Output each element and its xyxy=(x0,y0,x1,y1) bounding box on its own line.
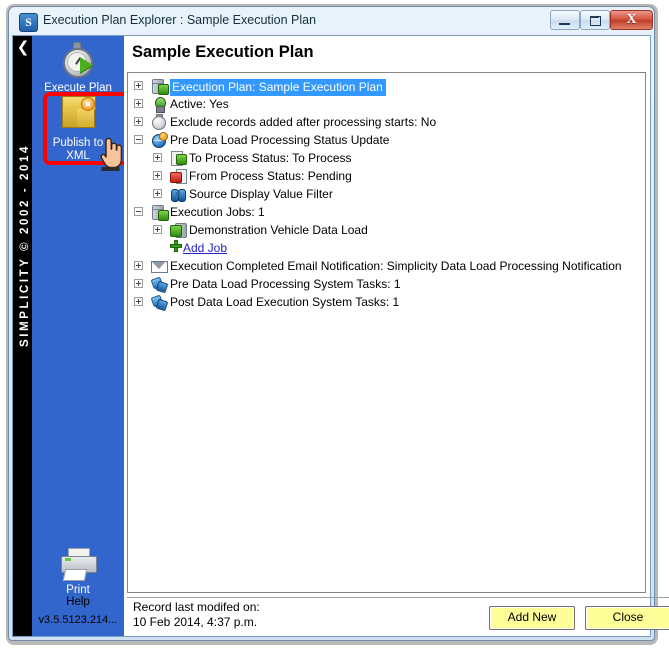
desktop-background: S Execution Plan Explorer : Sample Execu… xyxy=(0,0,669,655)
expand-node-icon[interactable] xyxy=(153,153,162,162)
tree-node[interactable]: Pre Data Load Processing System Tasks: 1 xyxy=(128,275,645,294)
title-bar[interactable]: S Execution Plan Explorer : Sample Execu… xyxy=(9,7,654,35)
tree-node[interactable]: Post Data Load Execution System Tasks: 1 xyxy=(128,293,645,312)
close-icon: X xyxy=(626,12,637,27)
tree-node-label: Active: Yes xyxy=(170,97,229,111)
add-job-link[interactable]: Add Job xyxy=(183,241,227,255)
tree-node[interactable]: Active: Yes xyxy=(128,95,645,113)
maximize-button[interactable] xyxy=(580,10,610,30)
stopwatch-play-icon xyxy=(58,40,98,80)
help-link[interactable]: Help xyxy=(32,596,124,608)
expand-node-icon[interactable] xyxy=(134,297,143,306)
execution-plan-icon xyxy=(151,78,169,95)
tree-node-label: Execution Completed Email Notification: … xyxy=(170,259,622,273)
to-process-status-icon xyxy=(170,150,187,166)
expand-node-icon[interactable] xyxy=(134,279,143,288)
sidebar-item-execute-plan[interactable]: Execute Plan xyxy=(32,40,124,95)
binoculars-icon xyxy=(170,186,186,202)
tree-node[interactable]: To Process Status: To Process xyxy=(128,149,645,167)
puzzle-icon xyxy=(150,294,169,312)
tree-node-label: Source Display Value Filter xyxy=(189,187,333,201)
data-load-job-icon xyxy=(170,222,187,238)
tree-node[interactable]: Demonstration Vehicle Data Load xyxy=(128,221,645,239)
version-label: v3.5.5123.214... xyxy=(38,614,118,626)
puzzle-icon xyxy=(150,276,169,294)
maximize-icon xyxy=(589,15,601,26)
execution-jobs-icon xyxy=(151,204,169,221)
status-bar: Record last modifed on: 10 Feb 2014, 4:3… xyxy=(127,597,669,634)
status-update-icon xyxy=(151,132,168,148)
yellow-package-icon xyxy=(57,96,99,134)
printer-icon xyxy=(58,548,98,582)
clock-icon xyxy=(151,114,167,130)
expand-node-icon[interactable] xyxy=(134,81,143,90)
expand-node-icon[interactable] xyxy=(134,99,143,108)
expand-node-icon[interactable] xyxy=(153,171,162,180)
tree-node-label: To Process Status: To Process xyxy=(189,151,352,165)
add-new-button[interactable]: Add New xyxy=(489,606,575,630)
brand-label: SIMPLICITY © 2002 - 2014 xyxy=(19,144,31,347)
minimize-button[interactable] xyxy=(550,10,580,30)
tree-node-label: Execution Plan: Sample Execution Plan xyxy=(170,79,386,96)
tree-node-label: Pre Data Load Processing System Tasks: 1 xyxy=(170,277,401,291)
tree-node[interactable]: Execution Jobs: 1 xyxy=(128,203,645,221)
sidebar: Execute Plan Publish to XML Print Help v… xyxy=(32,36,135,636)
tree-node[interactable]: Execution Completed Email Notification: … xyxy=(128,257,645,275)
tree-node-label: From Process Status: Pending xyxy=(189,169,352,183)
window-title: Execution Plan Explorer : Sample Executi… xyxy=(43,13,317,27)
tree-node[interactable]: Pre Data Load Processing Status Update xyxy=(128,131,645,149)
expand-node-icon[interactable] xyxy=(153,189,162,198)
close-button[interactable]: Close xyxy=(585,606,669,630)
page-title: Sample Execution Plan xyxy=(132,43,314,61)
execution-plan-tree[interactable]: Execution Plan: Sample Execution Plan Act… xyxy=(127,72,646,593)
collapse-node-icon[interactable] xyxy=(134,135,143,144)
expand-node-icon[interactable] xyxy=(134,261,143,270)
email-icon xyxy=(151,258,168,274)
tree-node[interactable]: Source Display Value Filter xyxy=(128,185,645,203)
sidebar-item-print[interactable]: Print xyxy=(32,548,124,597)
collapse-node-icon[interactable] xyxy=(134,207,143,216)
tree-node[interactable]: Exclude records added after processing s… xyxy=(128,113,645,131)
minimize-icon xyxy=(559,23,570,25)
expand-node-icon[interactable] xyxy=(134,117,143,126)
tree-node[interactable]: From Process Status: Pending xyxy=(128,167,645,185)
active-bulb-icon xyxy=(151,96,167,113)
sidebar-item-label: Execute Plan xyxy=(44,82,112,94)
close-window-button[interactable]: X xyxy=(610,10,653,30)
tree-node-label: Pre Data Load Processing Status Update xyxy=(170,133,390,147)
hand-cursor-icon xyxy=(100,137,123,171)
app-icon[interactable]: S xyxy=(19,13,38,32)
tree-node[interactable]: Execution Plan: Sample Execution Plan xyxy=(128,77,645,96)
brand-strip: ❮ SIMPLICITY © 2002 - 2014 xyxy=(13,36,32,636)
tree-node[interactable]: Add Job xyxy=(128,239,645,257)
client-area: ❮ SIMPLICITY © 2002 - 2014 Execute Plan xyxy=(12,35,669,637)
tree-node-label: Post Data Load Execution System Tasks: 1 xyxy=(170,295,400,309)
content-panel: Sample Execution Plan Execution Plan: Sa… xyxy=(124,36,669,636)
tree-node-label: Execution Jobs: 1 xyxy=(170,205,265,219)
record-modified-timestamp: 10 Feb 2014, 4:37 p.m. xyxy=(133,615,258,629)
tree-node-label: Exclude records added after processing s… xyxy=(170,115,437,129)
expand-node-icon[interactable] xyxy=(153,225,162,234)
from-process-status-icon xyxy=(170,168,187,184)
application-window: S Execution Plan Explorer : Sample Execu… xyxy=(8,6,669,641)
record-modified-label: Record last modifed on: xyxy=(133,600,260,614)
tree-node-label: Demonstration Vehicle Data Load xyxy=(189,223,368,237)
collapse-sidebar-icon[interactable]: ❮ xyxy=(16,38,30,56)
